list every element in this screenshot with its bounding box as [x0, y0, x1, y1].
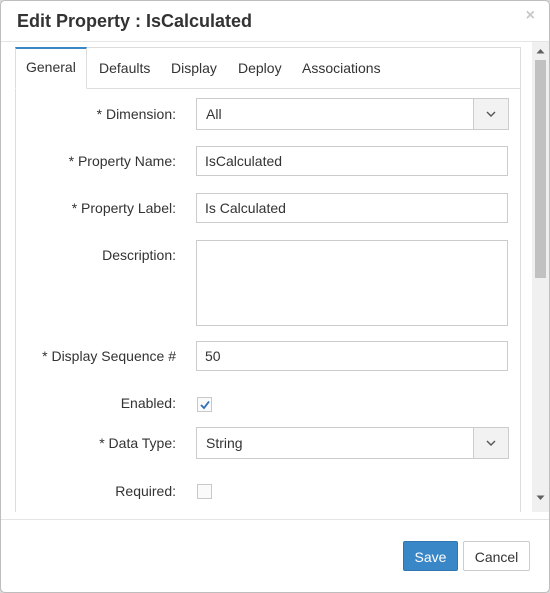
scroll-down-arrow-icon[interactable] — [536, 495, 545, 501]
display-sequence-label: * Display Sequence # — [42, 348, 176, 364]
dialog-footer: Save Cancel — [1, 519, 549, 592]
description-label: Description: — [102, 247, 176, 263]
cancel-button[interactable]: Cancel — [463, 541, 530, 571]
dimension-value: All — [206, 106, 222, 122]
enabled-checkbox[interactable] — [197, 397, 212, 412]
edit-property-dialog: Edit Property : IsCalculated × General D… — [0, 0, 550, 593]
display-sequence-input[interactable] — [196, 341, 508, 371]
tab-defaults[interactable]: Defaults — [99, 48, 150, 88]
tab-general[interactable]: General — [15, 47, 87, 89]
required-label: Required: — [115, 483, 176, 499]
data-type-value: String — [206, 435, 243, 451]
dimension-select[interactable]: All — [196, 98, 509, 130]
required-checkbox[interactable] — [197, 484, 212, 499]
check-icon — [200, 400, 210, 410]
dialog-header: Edit Property : IsCalculated × — [1, 1, 549, 42]
data-type-label: * Data Type: — [99, 435, 176, 451]
dimension-dropdown-button[interactable] — [473, 99, 508, 129]
property-name-input[interactable] — [196, 146, 508, 176]
property-label-input[interactable] — [196, 193, 508, 223]
tab-panel: General Defaults Display Deploy Associat… — [15, 47, 521, 512]
chevron-down-icon — [486, 111, 496, 117]
chevron-down-icon — [486, 440, 496, 446]
dialog-title: Edit Property : IsCalculated — [17, 11, 253, 31]
data-type-select[interactable]: String — [196, 427, 509, 459]
scrollbar-thumb[interactable] — [535, 60, 546, 278]
dialog-body: General Defaults Display Deploy Associat… — [1, 42, 549, 512]
save-button[interactable]: Save — [403, 541, 458, 571]
property-label-label: * Property Label: — [71, 200, 176, 216]
scroll-up-arrow-icon[interactable] — [536, 48, 545, 54]
tab-display[interactable]: Display — [171, 48, 217, 88]
enabled-label: Enabled: — [120, 395, 176, 411]
property-name-label: * Property Name: — [68, 153, 176, 169]
dimension-label: * Dimension: — [96, 106, 176, 122]
close-icon[interactable]: × — [526, 7, 535, 25]
vertical-scrollbar[interactable] — [532, 42, 549, 512]
description-textarea[interactable] — [196, 240, 508, 326]
tab-deploy[interactable]: Deploy — [238, 48, 282, 88]
tab-associations[interactable]: Associations — [302, 48, 381, 88]
tab-bar: General Defaults Display Deploy Associat… — [15, 47, 520, 89]
data-type-dropdown-button[interactable] — [473, 428, 508, 458]
